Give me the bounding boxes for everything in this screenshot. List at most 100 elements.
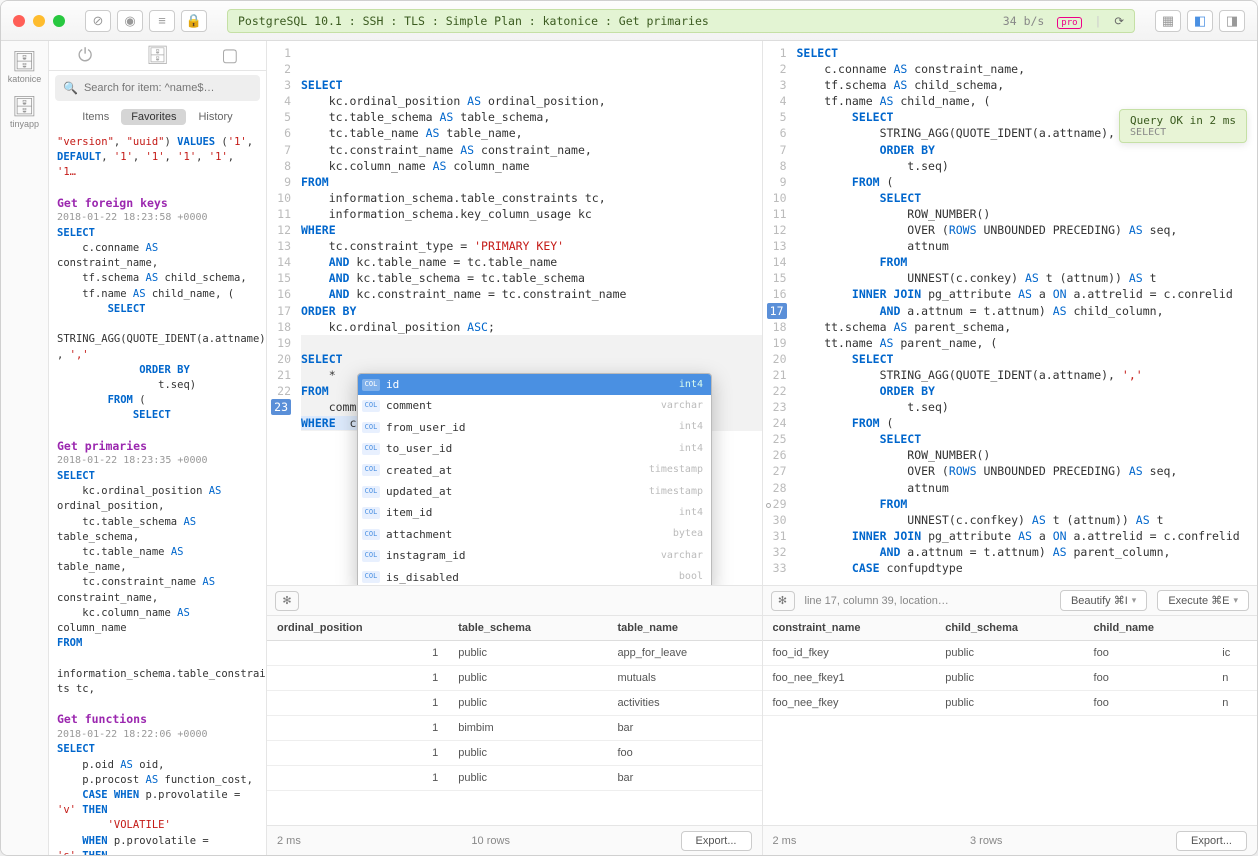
results-left: ordinal_positiontable_schematable_name1p… (267, 615, 762, 855)
table-row[interactable]: 1publicmutuals (267, 666, 762, 691)
connection-rail: 🗄 katonice 🗄 tinyapp (1, 41, 49, 855)
autocomplete-item[interactable]: COLto_user_idint4 (358, 438, 711, 459)
stop-button[interactable]: ⊘ (85, 10, 111, 32)
snippet-code[interactable]: SELECT c.conname AS constraint_name, tf.… (57, 226, 258, 424)
split-left-button[interactable]: ◧ (1187, 10, 1213, 32)
column-header[interactable]: constraint_name (763, 616, 936, 641)
table-row[interactable]: foo_nee_fkeypublicfoon (763, 691, 1258, 716)
autocomplete-item[interactable]: COLitem_idint4 (358, 502, 711, 523)
autocomplete-item[interactable]: COLattachmentbytea (358, 524, 711, 545)
cell: mutuals (607, 666, 761, 691)
tab-terminal-icon[interactable]: ▢ (194, 41, 266, 70)
code-area[interactable]: SELECT kc.ordinal_position AS ordinal_po… (297, 41, 762, 585)
export-button[interactable]: Export... (681, 831, 752, 851)
pill-history[interactable]: History (188, 109, 242, 125)
reload-icon[interactable]: ⟳ (1114, 14, 1124, 28)
column-badge-icon: COL (362, 379, 380, 391)
rail-item-katonice[interactable]: 🗄 katonice (1, 49, 48, 84)
toolbar-left: ⊘ ◉ ≡ 🔒 (85, 10, 207, 32)
autocomplete-item[interactable]: COLcreated_attimestamp (358, 460, 711, 481)
snippet-code[interactable]: "version", "uuid") VALUES ('1', DEFAULT,… (57, 135, 258, 181)
split-right-button[interactable]: ◨ (1219, 10, 1245, 32)
results-footer: 2 ms 10 rows Export... (267, 825, 762, 855)
snippet-title[interactable]: Get primaries (57, 438, 258, 455)
gutter: 1 2 3 4 5 6 7 8 9 10 11 12 13 14 15 16 1… (763, 41, 793, 585)
pane-left: 1 2 3 4 5 6 7 8 9 10 11 12 13 14 15 16 1… (267, 41, 763, 855)
cell: bimbim (448, 716, 607, 741)
editor-right[interactable]: 1 2 3 4 5 6 7 8 9 10 11 12 13 14 15 16 1… (763, 41, 1258, 585)
cell: foo_nee_fkey1 (763, 666, 936, 691)
row-count: 10 rows (471, 835, 510, 847)
column-badge-icon: COL (362, 529, 380, 541)
grid-view-button[interactable]: ▦ (1155, 10, 1181, 32)
autocomplete-popup[interactable]: COLidint4COLcommentvarcharCOLfrom_user_i… (357, 373, 712, 585)
snippet-code[interactable]: SELECT kc.ordinal_position AS ordinal_po… (57, 469, 258, 697)
table-row[interactable]: 1publicapp_for_leave (267, 641, 762, 666)
autocomplete-item[interactable]: COLupdated_attimestamp (358, 481, 711, 502)
ac-type: int4 (679, 378, 703, 392)
zoom-icon[interactable] (53, 15, 65, 27)
column-header[interactable]: child_schema (935, 616, 1083, 641)
snippet-code[interactable]: SELECT p.oid AS oid, p.procost AS functi… (57, 742, 258, 855)
ac-name: instagram_id (386, 548, 465, 563)
pill-items[interactable]: Items (72, 109, 119, 125)
results-table[interactable]: ordinal_positiontable_schematable_name1p… (267, 616, 762, 825)
editor-footer-right: ✻ line 17, column 39, location… Beautify… (763, 585, 1258, 615)
rail-item-tinyapp[interactable]: 🗄 tinyapp (1, 94, 48, 129)
cell: foo_nee_fkey (763, 691, 936, 716)
table-row[interactable]: 1publicbar (267, 766, 762, 791)
table-row[interactable]: foo_id_fkeypublicfooic (763, 641, 1258, 666)
sidebar-snippets[interactable]: "version", "uuid") VALUES ('1', DEFAULT,… (49, 131, 266, 855)
gear-icon[interactable]: ✻ (771, 591, 795, 611)
editor-left[interactable]: 1 2 3 4 5 6 7 8 9 10 11 12 13 14 15 16 1… (267, 41, 762, 585)
search-input[interactable] (84, 82, 252, 94)
table-row[interactable]: 1bimbimbar (267, 716, 762, 741)
autocomplete-item[interactable]: COLfrom_user_idint4 (358, 417, 711, 438)
status-right: 34 b/s pro | ⟳ (1003, 14, 1124, 28)
cell: 1 (267, 716, 448, 741)
cell: public (935, 666, 1083, 691)
search-icon: 🔍 (63, 81, 78, 95)
indent-button[interactable]: ≡ (149, 10, 175, 32)
sidebar-search[interactable]: 🔍 (55, 75, 260, 101)
tab-power-icon[interactable]: ⏻ (49, 41, 121, 70)
results-table[interactable]: constraint_namechild_schemachild_namefoo… (763, 616, 1258, 825)
table-row[interactable]: 1publicfoo (267, 741, 762, 766)
column-header[interactable]: table_name (607, 616, 761, 641)
autocomplete-item[interactable]: COLidint4 (358, 374, 711, 395)
cell: public (448, 741, 607, 766)
minimize-icon[interactable] (33, 15, 45, 27)
tab-db-icon[interactable]: 🗄 (121, 41, 193, 70)
ac-type: varchar (661, 399, 703, 413)
export-button[interactable]: Export... (1176, 831, 1247, 851)
close-icon[interactable] (13, 15, 25, 27)
autocomplete-item[interactable]: COLinstagram_idvarchar (358, 545, 711, 566)
beautify-button[interactable]: Beautify ⌘I▾ (1060, 590, 1147, 611)
cell: public (448, 666, 607, 691)
column-header[interactable] (1212, 616, 1257, 641)
toast-line1: Query OK in 2 ms (1130, 114, 1236, 127)
snippet-title[interactable]: Get foreign keys (57, 195, 258, 212)
snippet-title[interactable]: Get functions (57, 711, 258, 728)
execute-button[interactable]: Execute ⌘E▾ (1157, 590, 1249, 611)
cell: app_for_leave (607, 641, 761, 666)
table-row[interactable]: 1publicactivities (267, 691, 762, 716)
table-row[interactable]: foo_nee_fkey1publicfoon (763, 666, 1258, 691)
cell: 1 (267, 666, 448, 691)
lock-button[interactable]: 🔒 (181, 10, 207, 32)
column-header[interactable]: table_schema (448, 616, 607, 641)
column-header[interactable]: ordinal_position (267, 616, 448, 641)
rail-label: katonice (1, 74, 48, 84)
main-row: 🗄 katonice 🗄 tinyapp ⏻ 🗄 ▢ 🔍 Items Favor… (1, 41, 1257, 855)
sidebar: ⏻ 🗄 ▢ 🔍 Items Favorites History "version… (49, 41, 267, 855)
gear-icon[interactable]: ✻ (275, 591, 299, 611)
cell: foo_id_fkey (763, 641, 936, 666)
query-time: 2 ms (773, 835, 797, 847)
titlebar: ⊘ ◉ ≡ 🔒 PostgreSQL 10.1 : SSH : TLS : Si… (1, 1, 1257, 41)
autocomplete-item[interactable]: COLis_disabledbool (358, 567, 711, 585)
column-badge-icon: COL (362, 550, 380, 562)
eye-button[interactable]: ◉ (117, 10, 143, 32)
autocomplete-item[interactable]: COLcommentvarchar (358, 395, 711, 416)
pill-favorites[interactable]: Favorites (121, 109, 186, 125)
column-header[interactable]: child_name (1084, 616, 1213, 641)
